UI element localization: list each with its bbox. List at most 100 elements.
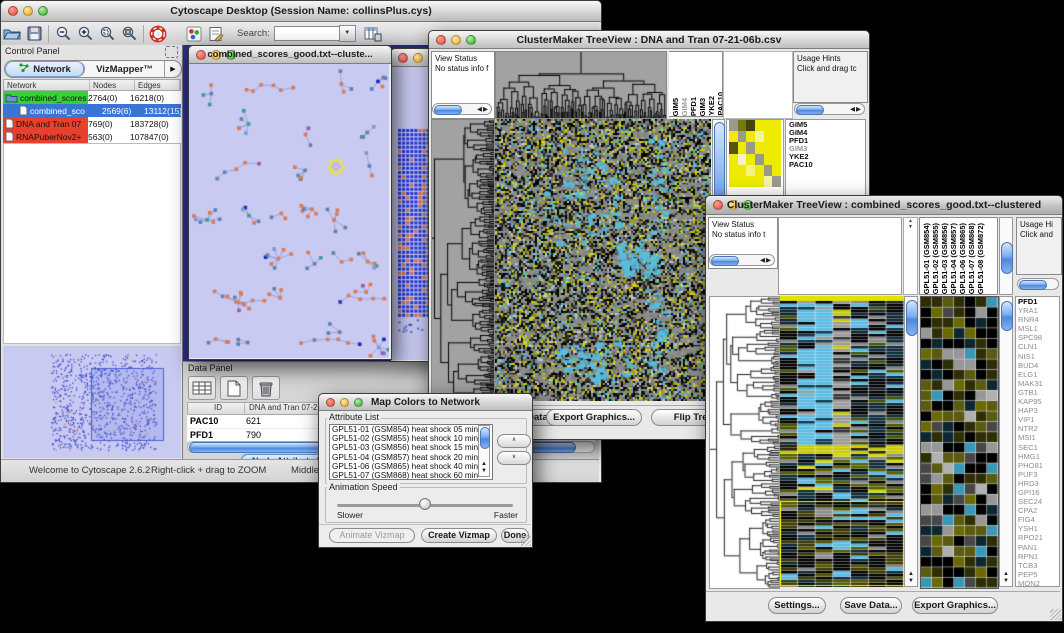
tv2-gene-label: CLN1 [1018, 342, 1059, 351]
heatmap-cell [772, 176, 781, 187]
row-id: PAC10 [187, 416, 246, 426]
new-attribute-icon[interactable] [220, 376, 248, 400]
row-value: 790 [246, 430, 261, 440]
attribute-list-vscrollbar[interactable]: ▲▼ [478, 425, 490, 477]
tv2-usage-hints-panel: Usage Hi Click and [1016, 217, 1062, 275]
slider-thumb[interactable] [419, 498, 431, 510]
more-tabs-button[interactable]: ▶ [164, 61, 181, 77]
help-icon[interactable] [147, 24, 169, 44]
scroll-arrows[interactable]: ▲▼ [1000, 571, 1012, 585]
tv1-column-dendrogram[interactable] [495, 51, 667, 119]
net1-titlebar[interactable]: combined_scores_good.txt--cluste... [189, 46, 391, 64]
heatmap-cell [772, 131, 781, 142]
tv2-gene-label: ELG1 [1018, 370, 1059, 379]
network-birdseye-view[interactable] [3, 346, 181, 458]
tv1-titlebar[interactable]: ClusterMaker TreeView : DNA and Tran 07-… [429, 31, 869, 49]
resize-grip[interactable] [520, 535, 531, 546]
network-tree-row[interactable]: DNA and Tran 07769(0)183728(0) [3, 117, 181, 130]
network-tree-row[interactable]: combined_sco2569(6)13112(15) [3, 104, 181, 117]
tv2-export-graphics-button[interactable]: Export Graphics... [912, 597, 998, 614]
tab-network[interactable]: Network [5, 61, 85, 77]
search-dropdown-button[interactable]: ▼ [339, 25, 356, 42]
attribute-list[interactable]: GPL51-01 (GSM854) heat shock 05 minGPL51… [329, 424, 493, 480]
col-network[interactable]: Network [4, 80, 90, 90]
zoom-selected-button[interactable] [96, 24, 118, 44]
tv1-hints-hscrollbar[interactable]: ◀▶ [794, 103, 865, 115]
heatmap-cell [738, 176, 747, 187]
network-tree-row[interactable]: combined_scores2764(0)16218(0) [3, 91, 181, 104]
heatmap-cell [755, 120, 764, 131]
tv1-heatmap-global[interactable] [495, 119, 711, 401]
tv2-collabel-vscrollbar[interactable] [999, 217, 1013, 295]
animate-vizmap-button[interactable]: Animate Vizmap [329, 528, 415, 543]
tv2-small-arrows[interactable]: ▲▼ [903, 217, 918, 295]
attribute-list-item[interactable]: GPL51-01 (GSM854) heat shock 05 min [330, 425, 492, 434]
tv2-zoom-heatmap[interactable] [920, 296, 999, 589]
main-titlebar[interactable]: Cytoscape Desktop (Session Name: collins… [1, 1, 601, 22]
scroll-arrows[interactable]: ▲▼ [905, 571, 917, 585]
file-icon [5, 118, 14, 129]
resize-grip[interactable] [1050, 609, 1061, 620]
create-vizmap-button[interactable]: Create Vizmap [421, 528, 497, 543]
tv2-status-hscrollbar[interactable]: ◀▶ [709, 254, 775, 266]
move-down-button[interactable]: ∨ [497, 451, 531, 465]
tv2-settings-button[interactable]: Settings... [768, 597, 826, 614]
zoom-fit-button[interactable] [118, 24, 140, 44]
tv2-titlebar[interactable]: ClusterMaker TreeView : combined_scores_… [706, 196, 1062, 215]
heatmap-cell [746, 154, 755, 165]
tv2-hints-hscrollbar[interactable] [1017, 278, 1059, 290]
minimize-button[interactable] [413, 53, 423, 63]
open-session-button[interactable] [1, 24, 23, 44]
scroll-thumb[interactable] [1001, 242, 1013, 274]
scroll-thumb[interactable] [480, 427, 490, 449]
scroll-arrows[interactable]: ▲▼ [479, 461, 489, 475]
float-panel-icon[interactable] [165, 46, 178, 58]
network-canvas-1[interactable] [189, 64, 389, 358]
treeview2-window: ClusterMaker TreeView : combined_scores_… [705, 195, 1063, 622]
col-nodes[interactable]: Nodes [90, 80, 135, 90]
attribute-list-item[interactable]: GPL51-06 (GSM865) heat shock 40 min [330, 462, 492, 471]
annotation-icon[interactable] [205, 24, 227, 44]
save-session-button[interactable] [23, 24, 45, 44]
search-input[interactable] [274, 26, 339, 41]
select-attributes-icon[interactable] [188, 376, 216, 400]
col-id[interactable]: ID [188, 403, 245, 414]
tv1-export-graphics-button[interactable]: Export Graphics... [546, 409, 642, 426]
tv1-row-dendrogram[interactable] [431, 119, 495, 403]
dialog-titlebar[interactable]: Map Colors to Network [319, 394, 532, 411]
attribute-list-item[interactable]: GPL51-03 (GSM856) heat shock 15 min [330, 443, 492, 452]
col-edges[interactable]: Edges [135, 80, 180, 90]
zoom-out-button[interactable] [52, 24, 74, 44]
tv2-gene-label: PHO81 [1018, 461, 1059, 470]
scroll-thumb[interactable] [711, 256, 739, 266]
tv1-view-status-title: View Status [435, 54, 494, 64]
tv1-zoom-heatmap[interactable] [729, 120, 781, 187]
attribute-list-item[interactable]: GPL51-02 (GSM855) heat shock 10 min [330, 434, 492, 443]
tv2-heatmap-global[interactable] [780, 296, 904, 587]
heatmap-cell [729, 120, 738, 131]
tab-vizmapper[interactable]: VizMapper™ [85, 61, 164, 77]
scroll-thumb[interactable] [1019, 280, 1047, 290]
scroll-thumb[interactable] [906, 300, 918, 336]
tv1-status-hscrollbar[interactable]: ◀▶ [432, 103, 492, 115]
import-table-button[interactable] [362, 24, 384, 44]
tv2-gene-label: NIS1 [1018, 352, 1059, 361]
close-button[interactable] [398, 53, 408, 63]
scroll-thumb[interactable] [434, 105, 462, 115]
attribute-list-item[interactable]: GPL51-04 (GSM857) heat shock 20 min [330, 453, 492, 462]
attribute-list-item[interactable]: GPL51-07 (GSM868) heat shock 60 min [330, 471, 492, 480]
vizmapper-icon[interactable] [183, 24, 205, 44]
tv2-gene-label: YSH1 [1018, 524, 1059, 533]
tv2-save-data-button[interactable]: Save Data... [840, 597, 902, 614]
zoom-in-button[interactable] [74, 24, 96, 44]
tab-network-label: Network [33, 64, 70, 75]
move-up-button[interactable]: ∧ [497, 434, 531, 448]
tv2-heatmap-vscrollbar[interactable]: ▲▼ [904, 296, 918, 587]
tv2-column-label: GPL51-06 (GSM865) [958, 223, 967, 294]
tv2-row-dendrogram[interactable] [709, 296, 780, 589]
delete-attribute-icon[interactable] [252, 376, 280, 400]
network-tree-row[interactable]: RNAPuberNov2+563(0)107847(0) [3, 130, 181, 143]
scroll-thumb[interactable] [796, 105, 824, 115]
scroll-thumb[interactable] [1001, 301, 1013, 331]
tv2-gene-vscrollbar[interactable]: ▲▼ [999, 296, 1013, 587]
